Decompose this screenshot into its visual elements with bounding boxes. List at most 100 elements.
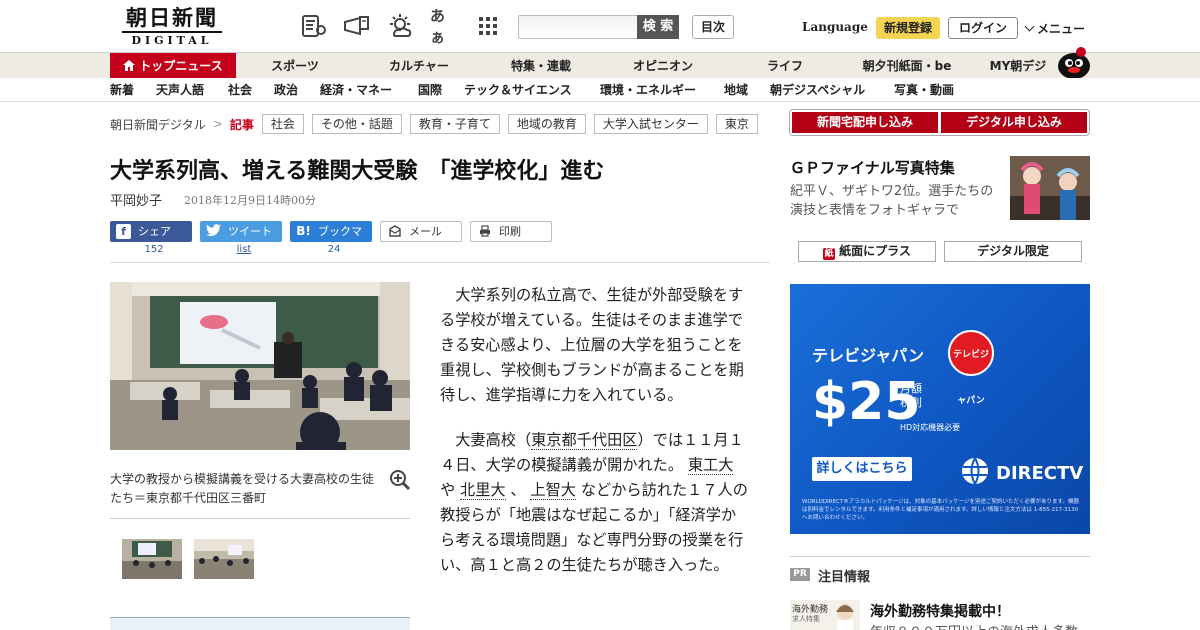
sub-nav-item[interactable]: 新着 bbox=[110, 78, 134, 102]
paper-plus-button[interactable]: 紙紙面にプラス bbox=[798, 241, 936, 262]
newspaper-icon[interactable] bbox=[300, 12, 328, 40]
photo-thumbnail[interactable] bbox=[194, 539, 254, 579]
pr-image-subtext: 求人特集 bbox=[792, 615, 820, 623]
text-run: 大妻高校（ bbox=[455, 431, 532, 449]
pr-image[interactable]: 海外勤務 求人特集 bbox=[790, 600, 860, 630]
ad-cta-button[interactable]: 詳しくはこちら bbox=[812, 457, 912, 481]
sub-nav-item[interactable]: 朝デジスペシャル bbox=[770, 78, 865, 102]
topic-tag[interactable]: その他・話題 bbox=[311, 114, 402, 134]
topic-tag[interactable]: 地域の教育 bbox=[507, 114, 586, 134]
topic-tag[interactable]: 社会 bbox=[261, 114, 304, 134]
ad-brand: テレビジャパン bbox=[812, 346, 925, 365]
photo-thumbnail[interactable] bbox=[122, 539, 182, 579]
advertisement-banner[interactable]: テレビジャパン テレビジャパン $25 月額 税別 HD対応機器必要 詳しくはこち… bbox=[790, 284, 1090, 534]
mascot-icon[interactable] bbox=[1052, 44, 1094, 80]
sub-nav: 新着 天声人語 社会 政治 経済・マネー 国際 テック＆サイエンス 環境・エネル… bbox=[0, 78, 1200, 102]
ad-monthly-label: 月額 bbox=[900, 382, 922, 395]
main-nav-item-newspaper[interactable]: 朝夕刊紙面・be bbox=[852, 53, 962, 79]
keyword-link[interactable]: 東京都千代田区 bbox=[531, 431, 638, 450]
megaphone-icon[interactable] bbox=[342, 12, 370, 40]
breadcrumb-separator: > bbox=[212, 117, 223, 131]
sub-nav-item[interactable]: 社会 bbox=[228, 78, 252, 102]
promo-image[interactable] bbox=[1010, 156, 1090, 220]
promo-title[interactable]: ＧＰファイナル写真特集 bbox=[790, 157, 955, 178]
mail-button[interactable]: メール bbox=[380, 221, 462, 242]
toc-button[interactable]: 目次 bbox=[692, 15, 734, 39]
main-nav-item-sports[interactable]: スポーツ bbox=[250, 53, 340, 79]
photo-caption: 大学の教授から模擬講義を受ける大妻高校の生徒たち＝東京都千代田区三番町 bbox=[110, 472, 375, 505]
keyword-link[interactable]: 上智大 bbox=[530, 481, 576, 500]
sub-nav-item[interactable]: 政治 bbox=[274, 78, 298, 102]
sub-nav-item[interactable]: 経済・マネー bbox=[320, 78, 392, 102]
topic-tag[interactable]: 大学入試センター bbox=[593, 114, 708, 134]
logo-kanji: 朝日新聞 bbox=[126, 5, 218, 30]
main-nav-label: トップニュース bbox=[139, 59, 223, 73]
ad-directv: DIRECTV bbox=[960, 456, 1083, 491]
pr-item-title[interactable]: 海外勤務特集掲載中！ bbox=[870, 601, 1010, 621]
keyword-link[interactable]: 北里大 bbox=[460, 481, 506, 500]
main-nav-item-features[interactable]: 特集・連載 bbox=[496, 53, 586, 79]
sub-nav-item[interactable]: 環境・エネルギー bbox=[600, 78, 696, 102]
article-paragraph: 大妻高校（東京都千代田区）では１１月１４日、大学の模擬講義が開かれた。 東工大 … bbox=[440, 428, 750, 578]
paper-plus-label: 紙面にプラス bbox=[839, 244, 911, 258]
site-header: 朝日新聞 DIGITAL あぁ 検 索 目次 Language 新規登録 ログイ… bbox=[0, 0, 1200, 52]
mail-label: メール bbox=[409, 225, 442, 238]
twitter-bird-icon bbox=[206, 224, 221, 239]
ad-monthly: 月額 税別 bbox=[900, 382, 922, 410]
breadcrumb-home[interactable]: 朝日新聞デジタル bbox=[110, 116, 206, 133]
weather-icon[interactable] bbox=[386, 12, 414, 40]
inline-ad-strip[interactable] bbox=[110, 617, 410, 630]
language-link[interactable]: Language bbox=[802, 20, 868, 34]
share-label: シェア bbox=[138, 225, 171, 238]
paper-plus-icon: 紙 bbox=[823, 248, 836, 260]
pr-heading: 注目情報 bbox=[818, 570, 871, 585]
hatena-bookmark-count: 24 bbox=[327, 244, 341, 255]
topic-tag[interactable]: 教育・子育て bbox=[409, 114, 500, 134]
main-nav-item-opinion[interactable]: オピニオン bbox=[618, 53, 708, 79]
ad-note: HD対応機器必要 bbox=[900, 423, 961, 432]
logo-digital: DIGITAL bbox=[131, 34, 213, 47]
font-size-icon[interactable]: あぁ bbox=[430, 7, 458, 46]
print-button[interactable]: 印刷 bbox=[470, 221, 552, 242]
topic-tag[interactable]: 東京 bbox=[715, 114, 758, 134]
hatena-bookmark-button[interactable]: B! ブックマーク bbox=[290, 221, 372, 259]
site-logo[interactable]: 朝日新聞 DIGITAL bbox=[116, 6, 228, 48]
twitter-share-button[interactable]: ツイート bbox=[200, 221, 282, 242]
ad-fine-print: WORLDDIRECT®アラカルトパッケージは、対象の基本パッケージを別途ご契約… bbox=[802, 499, 1079, 521]
sub-nav-item[interactable]: 国際 bbox=[418, 78, 442, 102]
apps-grid-icon[interactable] bbox=[474, 12, 502, 40]
login-button[interactable]: ログイン bbox=[948, 17, 1018, 39]
sub-nav-item[interactable]: テック＆サイエンス bbox=[464, 78, 572, 102]
sub-nav-item[interactable]: 地域 bbox=[724, 78, 748, 102]
breadcrumb-current: 記事 bbox=[229, 117, 254, 132]
main-nav-item-life[interactable]: ライフ bbox=[740, 53, 830, 79]
text-run: 、 bbox=[510, 481, 526, 499]
twitter-list-link[interactable]: list bbox=[200, 244, 288, 255]
globe-icon bbox=[960, 456, 990, 491]
facebook-share-button[interactable]: f シェア bbox=[110, 221, 192, 242]
mail-icon bbox=[387, 225, 402, 240]
tweet-label: ツイート bbox=[228, 225, 272, 238]
keyword-link[interactable]: 東工大 bbox=[687, 456, 734, 475]
zoom-in-icon[interactable] bbox=[389, 469, 411, 491]
divider bbox=[110, 518, 410, 519]
main-nav-item-my-asadigi[interactable]: MY朝デジ bbox=[980, 53, 1056, 79]
main-nav-item-top-news[interactable]: トップニュース bbox=[110, 53, 236, 79]
article-photo[interactable] bbox=[110, 282, 410, 450]
digital-limited-button[interactable]: デジタル限定 bbox=[944, 241, 1082, 262]
pr-badge: PR bbox=[790, 568, 810, 581]
search-input[interactable] bbox=[518, 15, 638, 39]
signup-button[interactable]: 新規登録 bbox=[876, 17, 940, 39]
main-nav-item-culture[interactable]: カルチャー bbox=[374, 53, 464, 79]
ad-tax-label: 税別 bbox=[900, 396, 922, 409]
divider bbox=[790, 556, 1090, 557]
menu-button[interactable]: メニュー bbox=[1024, 20, 1085, 37]
text-run: や bbox=[440, 481, 456, 499]
sub-nav-item[interactable]: 写真・動画 bbox=[894, 78, 954, 102]
newspaper-subscribe-button[interactable]: 新聞宅配申し込み bbox=[792, 112, 938, 133]
hatena-icon: B! bbox=[296, 224, 311, 238]
digital-subscribe-button[interactable]: デジタル申し込み bbox=[941, 112, 1087, 133]
sub-nav-item[interactable]: 天声人語 bbox=[156, 78, 204, 102]
printer-icon bbox=[477, 225, 492, 240]
search-button[interactable]: 検 索 bbox=[637, 15, 679, 39]
